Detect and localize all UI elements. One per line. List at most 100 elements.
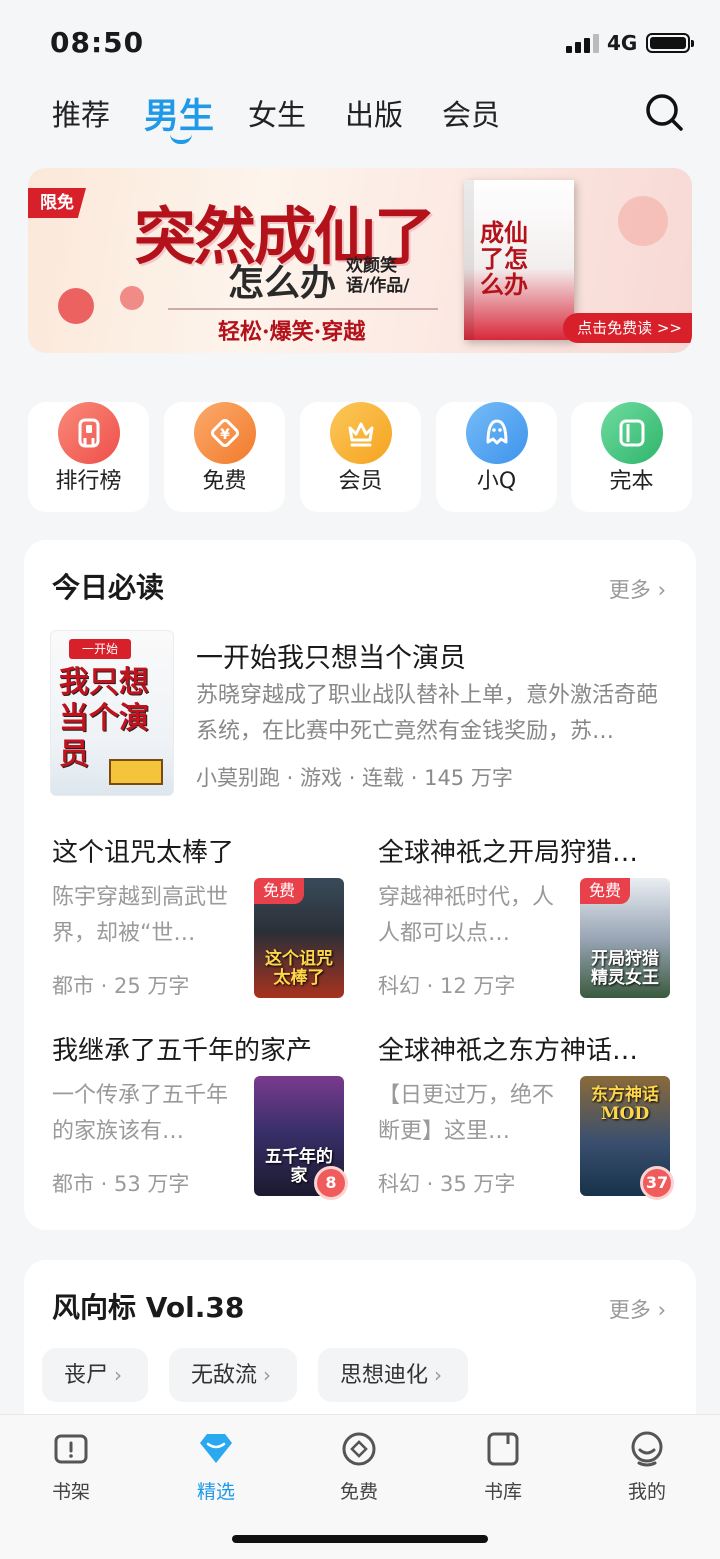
status-time: 08:50 <box>50 26 145 59</box>
book-cover: 免费 这个诅咒太棒了 <box>254 878 344 998</box>
book-title: 全球神祇之开局狩猎… <box>378 838 639 868</box>
free-icon <box>342 1432 376 1466</box>
category-ranking[interactable]: 排行榜 <box>28 402 149 512</box>
book-meta: 都市 · 53 万字 <box>52 1172 190 1196</box>
limited-free-tag: 限免 <box>28 188 86 218</box>
category-label: 排行榜 <box>55 469 122 494</box>
chip-label: 思想迪化 <box>340 1363 429 1388</box>
category-shortcuts: 排行榜 ¥ 免费 会员 小Q 完本 <box>28 402 692 512</box>
read-free-button[interactable]: 点击免费读 >> <box>563 313 692 343</box>
cover-sign <box>109 759 163 785</box>
category-vip[interactable]: 会员 <box>300 402 421 512</box>
today-must-read-card: 今日必读 更多 › 一开始 我只想当个演员 一开始我只想当个演员 苏晓穿越成了职… <box>24 540 696 1230</box>
nav-featured[interactable]: 精选 <box>161 1429 271 1504</box>
nav-library[interactable]: 书库 <box>448 1429 558 1504</box>
category-label: 完本 <box>609 469 654 494</box>
book-cover: 免费 开局狩猎精灵女王 <box>580 878 670 998</box>
book-item[interactable]: 全球神祇之开局狩猎… 穿越神祇时代，人人都可以点… 科幻 · 12 万字 免费 … <box>378 832 678 1002</box>
book-title: 全球神祇之东方神话… <box>378 1036 639 1066</box>
chevron-right-icon: › <box>657 578 666 602</box>
nav-bookshelf[interactable]: 书架 <box>16 1429 126 1504</box>
book-complete-icon <box>601 402 663 464</box>
lantern-decoration <box>58 288 94 324</box>
promo-banner[interactable]: 限免 突然成仙了 怎么办 欢颜笑语/作品/ 轻松·爆笑·穿越 成仙了怎么办 点击… <box>28 168 692 353</box>
chevron-right-icon: › <box>657 1298 666 1322</box>
featured-book-cover[interactable]: 一开始 我只想当个演员 <box>50 630 174 796</box>
nav-profile[interactable]: 我的 <box>592 1429 702 1504</box>
book-cover-title: 这个诅咒太棒了 <box>265 949 333 988</box>
active-tab-indicator <box>170 134 192 144</box>
free-badge: 免费 <box>254 878 304 904</box>
book-item[interactable]: 我继承了五千年的家产 一个传承了五千年的家族该有… 都市 · 53 万字 五千年… <box>52 1030 352 1200</box>
tab-male[interactable]: 男生 <box>144 88 215 144</box>
nav-free[interactable]: 免费 <box>304 1429 414 1504</box>
more-label: 更多 <box>608 1298 651 1322</box>
more-link[interactable]: 更多 › <box>609 574 666 604</box>
category-xiaoq[interactable]: 小Q <box>436 402 557 512</box>
tab-publish[interactable]: 出版 <box>345 92 403 134</box>
ranking-icon <box>58 402 120 464</box>
nav-label: 免费 <box>339 1481 378 1503</box>
banner-subtitle: 怎么办 <box>228 262 337 304</box>
battery-icon <box>646 33 694 53</box>
book-title: 这个诅咒太棒了 <box>52 838 235 868</box>
book-desc: 一个传承了五千年的家族该有… <box>52 1083 229 1144</box>
free-badge: 免费 <box>580 878 630 904</box>
nav-label: 精选 <box>196 1481 235 1503</box>
nav-label: 我的 <box>627 1481 666 1503</box>
lantern-decoration <box>120 286 144 310</box>
category-free[interactable]: ¥ 免费 <box>164 402 285 512</box>
nav-label: 书架 <box>51 1481 90 1503</box>
cover-ribbon: 一开始 <box>69 639 131 659</box>
category-complete[interactable]: 完本 <box>571 402 692 512</box>
book-meta: 都市 · 25 万字 <box>52 974 190 998</box>
network-type: 4G <box>607 31 638 55</box>
book-item[interactable]: 全球神祇之东方神话… 【日更过万，绝不断更】这里… 科幻 · 35 万字 东方神… <box>378 1030 678 1200</box>
update-count-badge: 37 <box>640 1166 674 1200</box>
book-desc: 穿越神祇时代，人人都可以点… <box>378 885 555 946</box>
svg-text:¥: ¥ <box>220 427 230 443</box>
featured-book-title[interactable]: 一开始我只想当个演员 <box>196 636 466 675</box>
category-label: 小Q <box>476 469 517 494</box>
featured-book-desc: 苏晓穿越成了职业战队替补上单，意外激活奇葩系统，在比赛中死亡竟然有金钱奖励，苏… <box>196 683 659 744</box>
chevron-right-icon: › <box>114 1363 123 1387</box>
chip-label: 丧尸 <box>64 1363 109 1388</box>
banner-tagline: 轻松·爆笑·穿越 <box>218 319 366 345</box>
featured-cover-title: 我只想当个演员 <box>59 665 149 772</box>
free-coin-icon: ¥ <box>194 402 256 464</box>
category-label: 免费 <box>202 469 247 494</box>
book-cover-title: 开局狩猎精灵女王 <box>591 949 659 988</box>
home-indicator[interactable] <box>232 1535 488 1543</box>
banner-author: 欢颜笑语/作品/ <box>346 256 410 296</box>
more-label: 更多 <box>608 578 651 602</box>
search-icon[interactable] <box>644 92 684 132</box>
banner-cover-title: 成仙了怎么办 <box>480 218 528 299</box>
profile-icon <box>631 1431 663 1467</box>
tag-chip[interactable]: 丧尸 › <box>42 1348 149 1402</box>
tag-chip[interactable]: 无敌流 › <box>169 1348 298 1402</box>
banner-divider <box>168 308 438 310</box>
chip-label: 无敌流 <box>191 1363 258 1388</box>
tab-male-label: 男生 <box>144 97 215 137</box>
tab-vip[interactable]: 会员 <box>442 92 500 134</box>
book-item[interactable]: 这个诅咒太棒了 陈宇穿越到高武世界，却被“世… 都市 · 25 万字 免费 这个… <box>52 832 352 1002</box>
crown-icon <box>330 402 392 464</box>
bookshelf-icon <box>54 1434 88 1464</box>
update-count-badge: 8 <box>314 1166 348 1200</box>
featured-book-meta: 小莫别跑 · 游戏 · 连载 · 145 万字 <box>196 766 513 790</box>
book-meta: 科幻 · 12 万字 <box>378 974 516 998</box>
chevron-right-icon: › <box>263 1363 272 1387</box>
section-title: 风向标 Vol.38 <box>52 1291 245 1324</box>
book-desc: 陈宇穿越到高武世界，却被“世… <box>52 885 229 946</box>
book-title: 我继承了五千年的家产 <box>52 1036 313 1066</box>
more-link[interactable]: 更多 › <box>609 1294 666 1324</box>
category-label: 会员 <box>338 469 383 494</box>
signal-icon <box>566 34 599 53</box>
tab-recommend[interactable]: 推荐 <box>52 92 110 134</box>
section-title: 今日必读 <box>52 571 165 604</box>
penguin-icon <box>466 402 528 464</box>
tag-chip[interactable]: 思想迪化 › <box>318 1348 469 1402</box>
tab-female[interactable]: 女生 <box>248 92 306 134</box>
book-meta: 科幻 · 35 万字 <box>378 1172 516 1196</box>
nav-label: 书库 <box>483 1481 522 1503</box>
